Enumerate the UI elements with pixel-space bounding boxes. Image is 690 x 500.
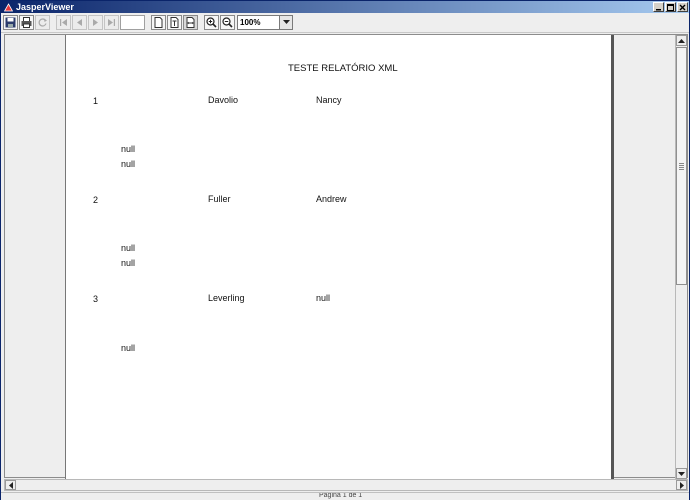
- zoom-in-button[interactable]: [204, 15, 219, 30]
- record-extra-value: null: [121, 343, 136, 353]
- chevron-up-icon: [678, 38, 685, 43]
- page-number-input[interactable]: [120, 15, 145, 30]
- report-viewport: TESTE RELATÓRIO XML 1 Davolio Nancy null…: [4, 34, 688, 479]
- status-text: Página 1 de 1: [319, 492, 363, 499]
- chevron-down-icon: [678, 471, 685, 476]
- zoom-in-icon: [206, 17, 217, 28]
- record-extra-value: null: [121, 243, 136, 253]
- record-first-name: null: [316, 293, 331, 303]
- last-page-button[interactable]: [104, 15, 119, 30]
- title-bar: JasperViewer: [1, 1, 689, 13]
- report-page: TESTE RELATÓRIO XML 1 Davolio Nancy null…: [65, 35, 614, 479]
- next-page-icon: [93, 19, 98, 26]
- minimize-button[interactable]: [653, 2, 664, 12]
- print-icon: [21, 17, 32, 28]
- minimize-icon: [656, 8, 661, 10]
- jasper-viewer-window: JasperViewer 100% TESTE RELATÓRIO XML 1 …: [0, 0, 690, 500]
- scroll-down-button[interactable]: [676, 468, 687, 479]
- zoom-select[interactable]: 100%: [237, 15, 293, 30]
- record-last-name: Davolio: [208, 95, 239, 105]
- record-first-name: Nancy: [316, 95, 342, 105]
- save-icon: [5, 17, 16, 28]
- record-extra-value: null: [121, 258, 136, 268]
- next-page-button[interactable]: [88, 15, 103, 30]
- chevron-down-icon[interactable]: [279, 16, 292, 29]
- scroll-left-button[interactable]: [5, 480, 16, 490]
- zoom-out-button[interactable]: [220, 15, 235, 30]
- last-page-icon: [108, 19, 115, 26]
- maximize-button[interactable]: [665, 2, 676, 12]
- record-id: 3: [93, 294, 99, 304]
- record-id: 2: [93, 195, 99, 205]
- maximize-icon: [667, 3, 674, 11]
- close-icon: [679, 4, 686, 10]
- jasper-app-icon: [4, 2, 13, 12]
- chevron-left-icon: [8, 481, 13, 489]
- previous-page-icon: [77, 19, 82, 26]
- first-page-icon: [60, 19, 67, 26]
- scroll-up-button[interactable]: [676, 35, 687, 46]
- status-bar: Página 1 de 1: [1, 492, 689, 500]
- fit-page-icon: [170, 17, 179, 28]
- print-button[interactable]: [19, 15, 34, 30]
- reload-icon: [38, 18, 47, 27]
- actual-size-button[interactable]: [151, 15, 166, 30]
- previous-page-button[interactable]: [72, 15, 87, 30]
- record-first-name: Andrew: [316, 194, 347, 204]
- reload-button[interactable]: [35, 15, 50, 30]
- zoom-value: 100%: [240, 18, 261, 27]
- chevron-right-icon: [679, 481, 684, 489]
- record-last-name: Fuller: [208, 194, 231, 204]
- report-title: TESTE RELATÓRIO XML: [288, 63, 398, 74]
- window-title: JasperViewer: [16, 2, 74, 12]
- record-last-name: Leverling: [208, 293, 245, 303]
- close-button[interactable]: [677, 2, 688, 12]
- record-extra-value: null: [121, 144, 136, 154]
- viewer-toolbar: 100%: [1, 13, 689, 33]
- save-button[interactable]: [3, 15, 18, 30]
- record-extra-value: null: [121, 159, 136, 169]
- first-page-button[interactable]: [56, 15, 71, 30]
- vertical-scrollbar[interactable]: [675, 35, 687, 479]
- horizontal-scrollbar[interactable]: [4, 479, 688, 491]
- actual-size-icon: [154, 17, 163, 28]
- scroll-right-button[interactable]: [676, 480, 687, 490]
- record-id: 1: [93, 96, 99, 106]
- fit-width-icon: [186, 17, 195, 28]
- vertical-scroll-thumb[interactable]: [676, 47, 687, 285]
- fit-page-button[interactable]: [167, 15, 182, 30]
- fit-width-button[interactable]: [183, 15, 198, 30]
- zoom-out-icon: [222, 17, 233, 28]
